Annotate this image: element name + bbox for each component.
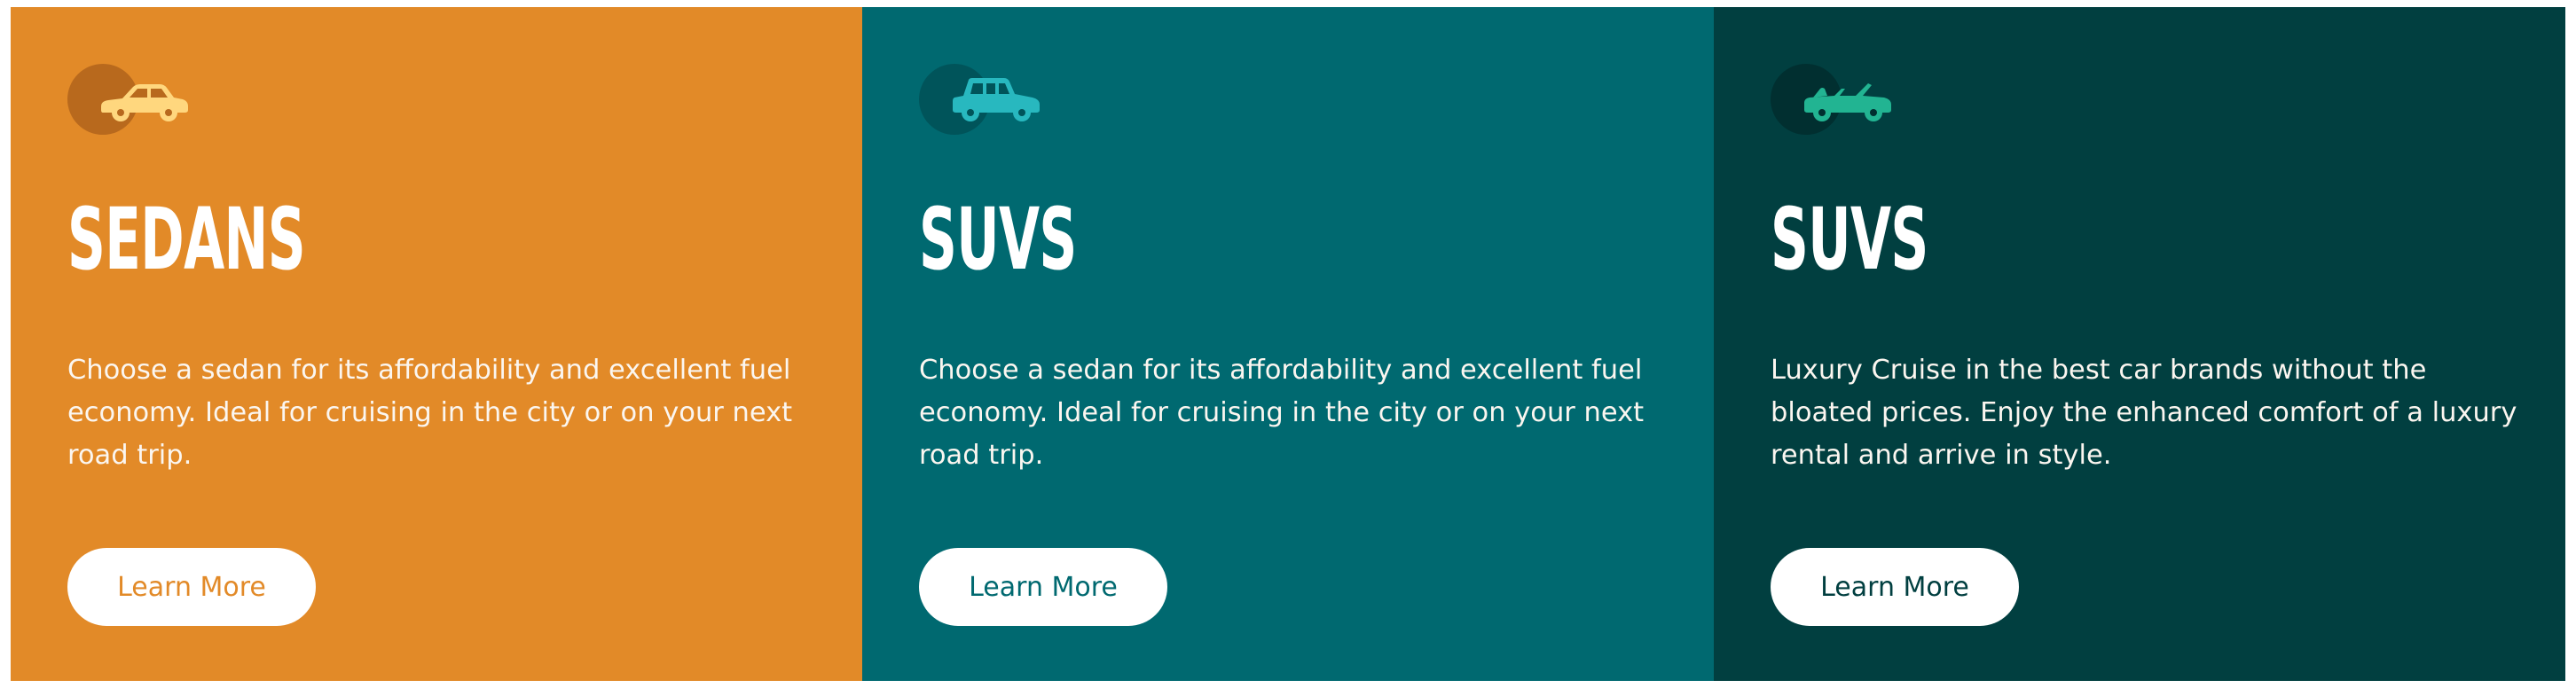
- luxury-card: SUVS Luxury Cruise in the best car brand…: [1714, 7, 2565, 681]
- sedan-icon-wrap: [67, 64, 192, 138]
- suv-car-icon: [953, 78, 1040, 121]
- convertible-car-icon: [1804, 83, 1891, 121]
- card-title: SEDANS: [67, 190, 306, 289]
- card-title: SUVS: [919, 190, 1077, 289]
- suv-icon-wrap: [919, 64, 1043, 138]
- card-description: Choose a sedan for its affordability and…: [919, 355, 1645, 471]
- card-title: SUVS: [1771, 190, 1928, 289]
- sedan-car-icon: [101, 84, 188, 121]
- card-description: Luxury Cruise in the best car brands wit…: [1771, 355, 2517, 471]
- sedans-card: SEDANS Choose a sedan for its affordabil…: [11, 7, 862, 681]
- learn-more-button[interactable]: Learn More: [1771, 548, 2019, 626]
- learn-more-button[interactable]: Learn More: [919, 548, 1167, 626]
- learn-more-button[interactable]: Learn More: [67, 548, 316, 626]
- suvs-card: SUVS Choose a sedan for its affordabilit…: [862, 7, 1714, 681]
- card-description: Choose a sedan for its affordability and…: [67, 355, 793, 471]
- car-category-cards: SEDANS Choose a sedan for its affordabil…: [11, 7, 2565, 681]
- convertible-icon-wrap: [1771, 64, 1895, 138]
